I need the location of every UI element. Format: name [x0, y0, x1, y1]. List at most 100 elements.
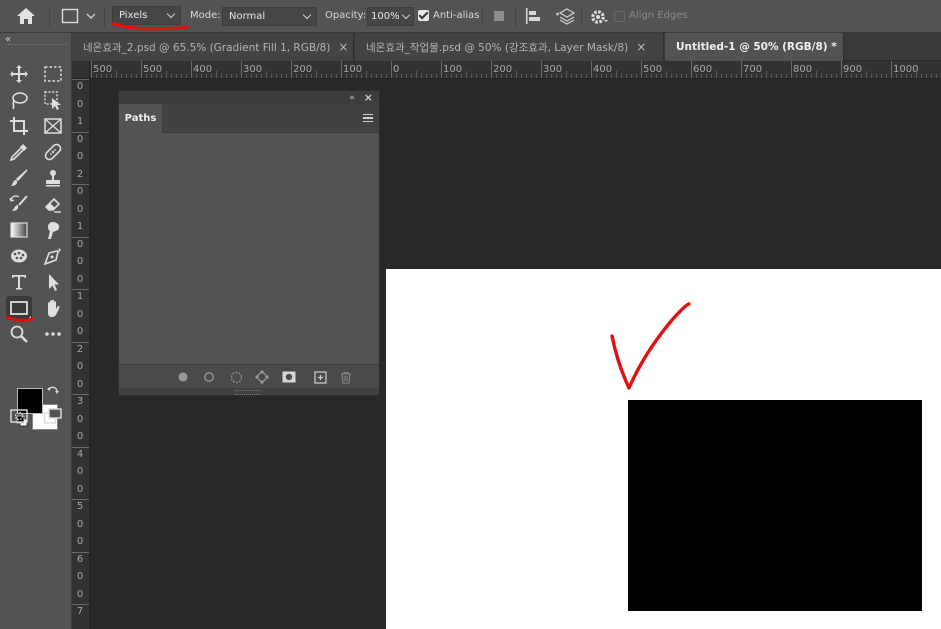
new-path-button[interactable] [313, 370, 327, 384]
vertical-ruler[interactable]: 0 0 1 0 0 2 0 0 1 0 0 0 1 0 0 2 0 0 3 0 0 4 0 0 5 0 0 6 0 0 7 [72, 79, 90, 629]
ruler-minor-tick [361, 74, 362, 78]
home-button[interactable] [16, 7, 36, 25]
delete-path-button[interactable] [339, 370, 353, 384]
gradient-tool[interactable] [6, 218, 32, 242]
smudge-tool[interactable] [40, 218, 66, 242]
eyedropper-tool[interactable] [6, 140, 32, 164]
tab-neon-effect-work[interactable]: 네온효과_작업물.psd @ 50% (강조효과, Layer Mask/8) … [355, 33, 664, 61]
zoom-tool[interactable] [6, 322, 32, 346]
frame-tool[interactable] [40, 114, 66, 138]
eraser-tool[interactable] [40, 192, 66, 216]
tools-panel: « [0, 33, 72, 629]
antialias-checkbox[interactable] [418, 10, 429, 21]
ruler-minor-tick [136, 74, 137, 78]
hand-tool[interactable] [40, 296, 66, 320]
brush-icon [11, 169, 28, 186]
make-work-path-button[interactable] [255, 370, 269, 384]
screen-mode-button[interactable] [40, 404, 66, 428]
ruler-minor-tick [936, 74, 937, 78]
ruler-minor-tick [386, 74, 387, 78]
healing-brush-tool[interactable] [40, 140, 66, 164]
move-tool[interactable] [6, 62, 32, 86]
ruler-minor-tick [481, 74, 482, 78]
dodge-tool[interactable] [6, 244, 32, 268]
panel-resize-handle[interactable] [119, 388, 379, 395]
collapse-panel-button[interactable]: « [349, 93, 355, 103]
ruler-minor-tick [501, 74, 502, 78]
toolbar-grip[interactable] [8, 44, 68, 47]
crop-tool[interactable] [6, 114, 32, 138]
tab-label: Untitled-1 @ 50% (RGB/8) * [676, 41, 837, 53]
fill-path-button[interactable] [176, 370, 190, 384]
ruler-origin[interactable] [72, 61, 90, 79]
ruler-minor-tick [851, 74, 852, 78]
history-brush-tool[interactable] [6, 192, 32, 216]
ruler-minor-tick [776, 74, 777, 78]
ruler-minor-tick [121, 74, 122, 78]
panel-header-bar[interactable]: « × [119, 91, 379, 104]
options-bar: Pixels Mode: Normal Opacity: 100% Anti-a… [0, 0, 941, 33]
mode-label: Mode: [190, 10, 221, 21]
close-icon[interactable]: × [338, 40, 348, 54]
ruler-minor-tick [446, 74, 447, 78]
pen-tool[interactable] [40, 244, 66, 268]
tab-untitled-1[interactable]: Untitled-1 @ 50% (RGB/8) * × [665, 33, 844, 61]
ruler-label: 0 [76, 483, 84, 495]
ruler-label: 0 [76, 466, 84, 477]
add-mask-button[interactable] [282, 370, 296, 384]
ruler-minor-tick [571, 74, 572, 78]
ruler-minor-tick [686, 74, 687, 78]
chevron-down-icon [86, 13, 96, 19]
path-alignment-button[interactable] [525, 7, 541, 25]
close-icon[interactable]: × [636, 40, 646, 54]
lasso-tool[interactable] [6, 88, 32, 112]
rectangle-shape-icon [61, 8, 79, 24]
align-edges-checkbox[interactable] [614, 11, 625, 22]
opacity-input[interactable]: 100% [367, 7, 400, 26]
edit-toolbar-button[interactable] [40, 322, 66, 346]
ruler-major-tick [241, 61, 242, 78]
red-checkmark-annotation [610, 302, 691, 390]
load-as-selection-button[interactable] [229, 370, 243, 384]
more-dots-icon [45, 332, 61, 336]
paths-list[interactable] [119, 134, 379, 364]
frame-icon [44, 118, 62, 134]
type-tool[interactable] [6, 270, 32, 294]
chevron-down-icon [166, 9, 176, 19]
align-edges-label: Align Edges [629, 10, 688, 21]
lasso-icon [12, 92, 28, 110]
opacity-dropdown-button[interactable] [399, 7, 414, 26]
brush-tool[interactable] [6, 166, 32, 190]
ruler-minor-tick [281, 74, 282, 78]
path-operations-button[interactable] [493, 10, 505, 22]
black-rectangle-shape[interactable] [628, 400, 922, 611]
clone-stamp-tool[interactable] [40, 166, 66, 190]
ruler-minor-tick [216, 71, 217, 78]
quick-mask-button[interactable] [6, 404, 32, 428]
ruler-major-tick [72, 236, 89, 238]
smudge-finger-icon [47, 222, 60, 239]
blend-mode-select[interactable]: Normal [222, 7, 317, 26]
tool-preset-picker[interactable] [61, 8, 97, 24]
path-arrangement-button[interactable] [555, 7, 575, 25]
close-panel-button[interactable]: × [364, 91, 373, 104]
ruler-major-tick [72, 184, 89, 185]
path-selection-tool[interactable] [40, 270, 66, 294]
stroke-path-button[interactable] [202, 370, 216, 384]
marquee-tool[interactable] [40, 62, 66, 86]
panel-menu-icon[interactable] [363, 114, 373, 122]
swap-colors-button[interactable] [46, 385, 60, 402]
ruler-label: 0 [76, 571, 84, 582]
tab-neon-effect-2[interactable]: 네온효과_2.psd @ 65.5% (Gradient Fill 1, RGB… [72, 33, 354, 61]
settings-button[interactable] [590, 8, 608, 26]
ruler-minor-tick [536, 74, 537, 78]
ruler-minor-tick [761, 74, 762, 78]
ruler-major-tick [72, 289, 89, 290]
horizontal-ruler[interactable]: 500 500 400 300 200 100 0 100 200 300 400 500 600 700… [72, 61, 941, 79]
ruler-minor-tick [681, 74, 682, 78]
ruler-label: 0 [76, 361, 84, 372]
tab-paths[interactable]: Paths [119, 104, 163, 133]
object-selection-tool[interactable] [40, 88, 66, 112]
ruler-label: 4 [76, 448, 84, 460]
ruler-major-tick [441, 61, 442, 78]
